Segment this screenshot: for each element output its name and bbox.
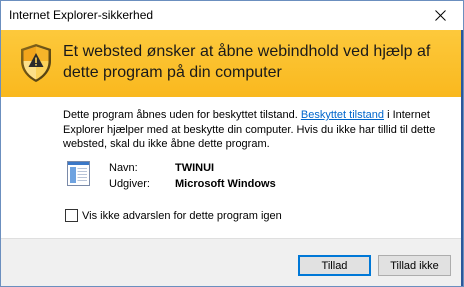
description-text-part1: Dette program åbnes uden for beskyttet t… xyxy=(63,109,301,121)
program-name-value: TWINUI xyxy=(175,162,215,174)
warning-headline: Et websted ønsker at åbne webindhold ved… xyxy=(63,43,431,81)
deny-button[interactable]: Tillad ikke xyxy=(378,255,451,276)
description-text: Dette program åbnes uden for beskyttet t… xyxy=(63,108,453,152)
program-publisher-row: Udgiver: Microsoft Windows xyxy=(109,178,276,190)
security-dialog: Internet Explorer-sikkerhed Et websted ø… xyxy=(0,0,464,287)
close-button[interactable] xyxy=(417,1,463,30)
dont-show-again-label: Vis ikke advarslen for dette program ige… xyxy=(82,209,282,222)
dont-show-again-option[interactable]: Vis ikke advarslen for dette program ige… xyxy=(65,209,282,222)
window-title: Internet Explorer-sikkerhed xyxy=(9,8,154,22)
program-name-label: Navn: xyxy=(109,162,138,174)
dont-show-again-checkbox[interactable] xyxy=(65,209,78,222)
security-shield-icon xyxy=(21,44,51,82)
warning-banner: Et websted ønsker at åbne webindhold ved… xyxy=(1,30,463,97)
program-publisher-value: Microsoft Windows xyxy=(175,178,276,190)
window-edge xyxy=(461,30,463,286)
close-icon xyxy=(434,10,446,21)
program-publisher-label: Udgiver: xyxy=(109,178,150,190)
protected-mode-link[interactable]: Beskyttet tilstand xyxy=(301,109,384,121)
allow-button[interactable]: Tillad xyxy=(298,255,371,276)
program-window-icon xyxy=(67,161,90,186)
title-bar: Internet Explorer-sikkerhed xyxy=(1,1,463,30)
program-name-row: Navn: TWINUI xyxy=(109,162,214,174)
button-bar: Tillad Tillad ikke xyxy=(1,238,463,286)
